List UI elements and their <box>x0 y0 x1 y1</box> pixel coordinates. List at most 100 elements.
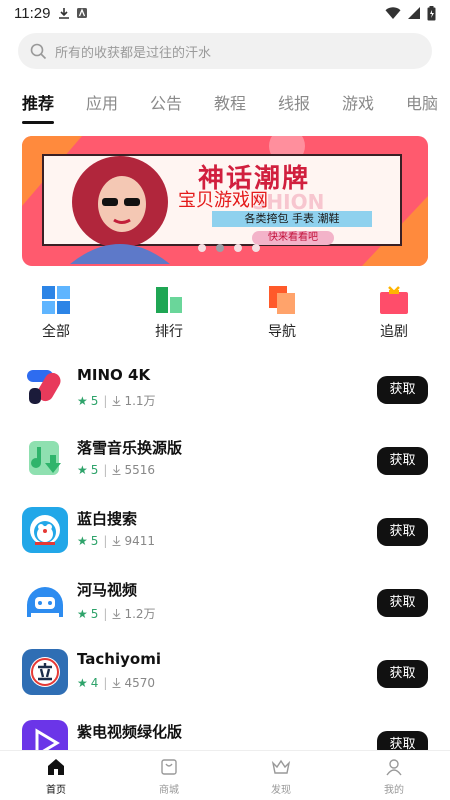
tab-announcements[interactable]: 公告 <box>150 90 182 114</box>
user-icon <box>386 759 402 776</box>
list-item[interactable]: MINO 4K ★ 5 | 1.1万 获取 <box>0 360 450 430</box>
nav-home[interactable]: 首页 <box>26 757 86 796</box>
status-time: 11:29 <box>14 4 51 22</box>
divider: | <box>103 534 108 548</box>
category-shortcuts: 全部 排行 导航 追剧 <box>0 285 450 345</box>
app-downloads: 1.2万 <box>124 607 156 621</box>
app-name: 蓝白搜索 <box>77 510 138 528</box>
wifi-icon <box>385 7 401 19</box>
app-downloads: 5516 <box>124 463 155 477</box>
app-downloads: 4570 <box>124 676 155 690</box>
app-icon-tachiyomi <box>22 649 68 695</box>
pager-dot <box>234 244 242 252</box>
divider: | <box>103 606 108 621</box>
app-rating: 5 <box>90 606 99 621</box>
pager-dot <box>198 244 206 252</box>
list-item[interactable]: 落雪音乐换源版 ★ 5 | 5516 获取 <box>0 431 450 501</box>
bottom-nav: 首页 商城 发现 我的 <box>0 750 450 800</box>
home-icon <box>48 759 64 775</box>
app-meta: ★ 5 | 5516 <box>77 463 155 477</box>
app-rating: 5 <box>90 393 99 408</box>
star-icon: ★ <box>77 393 88 408</box>
app-icon-hema-video <box>22 578 68 624</box>
get-button[interactable]: 获取 <box>377 518 428 546</box>
nav-label: 首页 <box>46 785 66 796</box>
nav-mall[interactable]: 商城 <box>139 757 199 796</box>
search-bar[interactable]: 所有的收获都是过往的汗水 <box>18 33 432 69</box>
download-count-icon <box>112 465 121 475</box>
download-icon <box>59 7 70 19</box>
list-item[interactable]: 河马视频 ★ 5 | 1.2万 获取 <box>0 573 450 643</box>
promo-banner[interactable]: 神话潮牌 SHION 宝贝游戏网 各类挎包 手表 潮鞋 快来看看吧 <box>22 136 428 266</box>
model-illustration <box>70 156 170 264</box>
app-meta: ★ 4 | 4570 <box>77 676 155 690</box>
search-icon <box>30 43 47 59</box>
tab-games[interactable]: 游戏 <box>342 90 374 114</box>
download-count-icon <box>112 395 121 406</box>
divider: | <box>103 676 108 690</box>
app-icon-luoxue-music <box>22 436 68 482</box>
star-icon: ★ <box>77 606 88 621</box>
get-button[interactable]: 获取 <box>377 589 428 617</box>
app-badge-icon <box>77 8 88 18</box>
app-rating: 5 <box>90 534 99 548</box>
pager-dot-active <box>216 244 224 252</box>
app-meta: ★ 5 | 9411 <box>77 534 155 548</box>
banner-watermark: 宝贝游戏网 <box>178 190 268 211</box>
tab-deals[interactable]: 线报 <box>278 90 310 114</box>
app-downloads: 1.1万 <box>124 394 156 408</box>
app-name: 落雪音乐换源版 <box>77 439 183 457</box>
app-meta: ★ 5 | 1.1万 <box>77 392 156 409</box>
app-name: 紫电视频绿化版 <box>77 723 183 741</box>
app-icon-mino <box>22 365 68 411</box>
shortcut-label: 追剧 <box>380 324 408 340</box>
navigation-icon <box>269 286 295 314</box>
star-icon: ★ <box>77 676 88 690</box>
shortcut-label: 排行 <box>155 324 183 340</box>
divider: | <box>103 463 108 477</box>
status-bar: 11:29 <box>0 0 450 26</box>
grid-icon <box>42 286 70 314</box>
pager-dot <box>252 244 260 252</box>
crown-icon <box>271 759 291 774</box>
app-rating: 5 <box>90 463 99 477</box>
star-icon: ★ <box>77 463 88 477</box>
shortcut-navigation[interactable]: 导航 <box>252 285 312 341</box>
shortcut-tv-series[interactable]: 追剧 <box>364 285 424 341</box>
category-tabs: 推荐 应用 公告 教程 线报 游戏 电脑 <box>0 86 450 126</box>
app-meta: ★ 5 | 1.2万 <box>77 605 156 622</box>
app-name: 河马视频 <box>77 581 138 599</box>
nav-profile[interactable]: 我的 <box>364 757 424 796</box>
download-count-icon <box>112 608 121 619</box>
ranking-icon <box>156 287 182 313</box>
divider: | <box>103 393 108 408</box>
get-button[interactable]: 获取 <box>377 376 428 404</box>
tab-tutorials[interactable]: 教程 <box>214 90 246 114</box>
battery-icon <box>427 5 436 20</box>
app-name: MINO 4K <box>77 366 151 384</box>
banner-pager <box>198 244 260 252</box>
banner-subtitle: 各类挎包 手表 潮鞋 <box>212 211 372 227</box>
nav-discover[interactable]: 发现 <box>251 757 311 796</box>
tab-recommend[interactable]: 推荐 <box>22 90 54 114</box>
app-rating: 4 <box>90 676 99 690</box>
list-item[interactable]: Tachiyomi ★ 4 | 4570 获取 <box>0 644 450 714</box>
tv-icon <box>380 286 408 314</box>
star-icon: ★ <box>77 534 88 548</box>
shortcut-label: 导航 <box>268 324 296 340</box>
get-button[interactable]: 获取 <box>377 447 428 475</box>
list-item[interactable]: 蓝白搜索 ★ 5 | 9411 获取 <box>0 502 450 572</box>
download-count-icon <box>112 536 121 546</box>
nav-label: 发现 <box>271 785 291 796</box>
shortcut-ranking[interactable]: 排行 <box>139 285 199 341</box>
shortcut-all[interactable]: 全部 <box>26 285 86 341</box>
shopping-bag-icon <box>161 759 177 775</box>
tab-pc[interactable]: 电脑 <box>406 90 438 114</box>
app-name: Tachiyomi <box>77 650 161 668</box>
app-downloads: 9411 <box>124 534 155 548</box>
nav-label: 我的 <box>384 785 404 796</box>
get-button[interactable]: 获取 <box>377 660 428 688</box>
banner-cta: 快来看看吧 <box>252 231 334 245</box>
download-count-icon <box>112 678 121 688</box>
tab-apps[interactable]: 应用 <box>86 90 118 114</box>
